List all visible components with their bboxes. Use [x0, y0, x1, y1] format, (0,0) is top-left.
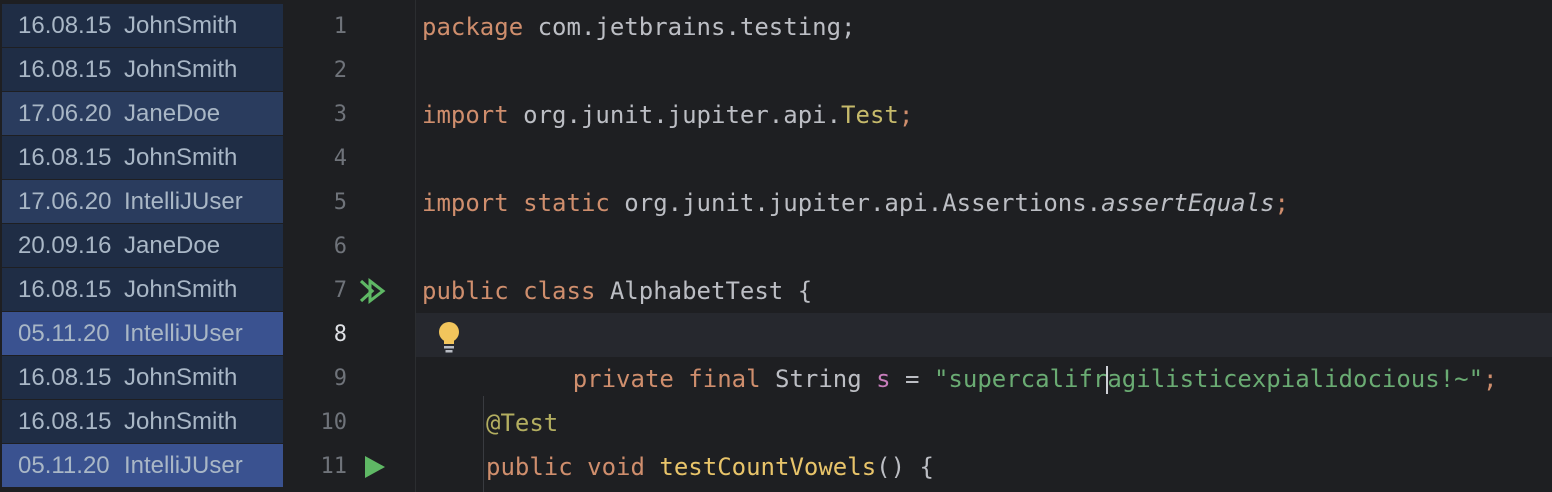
import-path: org.junit.jupiter.api.: [508, 101, 842, 129]
run-all-tests-icon[interactable]: [357, 276, 387, 306]
method-signature: () {: [876, 453, 934, 481]
line-number: 6: [333, 234, 347, 259]
annotation-date: 17.06.20: [18, 99, 112, 127]
line-number: 8: [333, 322, 347, 347]
annotation-date: 05.11.20: [18, 319, 110, 347]
import-path: org.junit.jupiter.api.Assertions.: [609, 189, 1102, 217]
keyword: import: [422, 101, 509, 129]
blame-annotations-gutter: 16.08.15 JohnSmith 16.08.15 JohnSmith 17.06.…: [0, 0, 283, 492]
blame-annotation-row[interactable]: 17.06.20 IntelliJUser: [2, 180, 283, 223]
class-declaration: AlphabetTest {: [595, 277, 813, 305]
semicolon: ;: [1483, 365, 1498, 393]
annotation-date: 20.09.16: [18, 231, 112, 259]
blame-annotation-row[interactable]: 16.08.15 JohnSmith: [2, 400, 283, 443]
assignment-operator: =: [890, 365, 934, 393]
keyword: public: [422, 277, 509, 305]
keyword: void: [572, 453, 645, 481]
line-number: 3: [333, 102, 347, 127]
blame-annotation-row[interactable]: 16.08.15 JohnSmith: [2, 268, 283, 311]
annotation-author: JohnSmith: [124, 55, 238, 83]
line-number: 5: [333, 190, 347, 215]
annotation-date: 16.08.15: [18, 363, 112, 391]
code-line-11[interactable]: public void testCountVowels() {: [416, 445, 1552, 489]
blame-annotation-row[interactable]: 16.08.15 JohnSmith: [2, 4, 283, 47]
annotation-author: IntelliJUser: [124, 319, 243, 347]
blame-annotation-row[interactable]: 16.08.15 JohnSmith: [2, 136, 283, 179]
code-line-10[interactable]: @Test: [416, 401, 1552, 445]
annotation-date: 05.11.20: [18, 451, 110, 479]
annotation-author: JohnSmith: [124, 11, 238, 39]
code-line-3[interactable]: import org.junit.jupiter.api.Test;: [416, 93, 1552, 137]
keyword: class: [508, 277, 596, 305]
keyword: final: [673, 365, 761, 393]
code-line-7[interactable]: public class AlphabetTest {: [416, 269, 1552, 313]
keyword: public: [486, 453, 573, 481]
package-name: com.jetbrains.testing;: [523, 13, 856, 41]
code-area[interactable]: package com.jetbrains.testing; import or…: [415, 0, 1552, 492]
code-line-1[interactable]: package com.jetbrains.testing;: [416, 5, 1552, 49]
blame-annotation-row[interactable]: 17.06.20 JaneDoe: [2, 92, 283, 135]
annotation-date: 17.06.20: [18, 187, 112, 215]
line-number: 11: [320, 454, 348, 479]
string-literal-start: "supercalifr: [933, 365, 1108, 393]
run-test-icon[interactable]: [359, 452, 389, 482]
code-editor: 16.08.15 JohnSmith 16.08.15 JohnSmith 17.06.…: [0, 0, 1552, 492]
line-number: 7: [333, 278, 347, 303]
string-literal-end: agilisticexpialidocious!~": [1107, 365, 1484, 393]
line-number: 9: [333, 366, 347, 391]
annotation-author: JohnSmith: [124, 363, 238, 391]
line-number: 2: [333, 58, 347, 83]
annotation-author: JohnSmith: [124, 275, 238, 303]
keyword: private: [572, 365, 674, 393]
field-name: s: [876, 365, 891, 393]
class-name: Test: [841, 101, 899, 129]
annotation-author: JaneDoe: [124, 99, 221, 127]
type-name: String: [760, 365, 877, 393]
line-number: 4: [333, 146, 347, 171]
keyword: package: [422, 13, 524, 41]
static-method: assertEquals: [1101, 189, 1275, 217]
method-name: testCountVowels: [644, 453, 877, 481]
annotation-author: JohnSmith: [124, 407, 238, 435]
blame-annotation-row[interactable]: 05.11.20 IntelliJUser: [2, 444, 283, 487]
annotation-author: IntelliJUser: [124, 187, 243, 215]
annotation-date: 16.08.15: [18, 275, 112, 303]
annotation-test: @Test: [486, 409, 559, 437]
lightbulb-icon[interactable]: [436, 321, 462, 355]
semicolon: ;: [898, 101, 914, 129]
annotation-author: JohnSmith: [124, 143, 238, 171]
code-line-8-current[interactable]: private final String s = "supercalifragi…: [416, 313, 1552, 394]
annotation-date: 16.08.15: [18, 143, 112, 171]
blame-annotation-row[interactable]: 05.11.20 IntelliJUser: [2, 312, 283, 355]
annotation-date: 16.08.15: [18, 407, 112, 435]
code-line-5[interactable]: import static org.junit.jupiter.api.Asse…: [416, 181, 1552, 225]
annotation-date: 16.08.15: [18, 11, 112, 39]
annotation-author: IntelliJUser: [124, 451, 243, 479]
annotation-date: 16.08.15: [18, 55, 112, 83]
keyword: import: [422, 189, 509, 217]
line-number-gutter: 1 2 3 4 5 6 7 8 9 10 11: [283, 0, 415, 492]
blame-annotation-row[interactable]: 16.08.15 JohnSmith: [2, 48, 283, 91]
blame-annotation-row[interactable]: 20.09.16 JaneDoe: [2, 224, 283, 267]
annotation-author: JaneDoe: [124, 231, 221, 259]
line-number: 10: [320, 410, 348, 435]
keyword: static: [508, 189, 610, 217]
semicolon: ;: [1274, 189, 1289, 217]
indent-guide: [483, 396, 484, 492]
line-number: 1: [333, 14, 347, 39]
blame-annotation-row[interactable]: 16.08.15 JohnSmith: [2, 356, 283, 399]
